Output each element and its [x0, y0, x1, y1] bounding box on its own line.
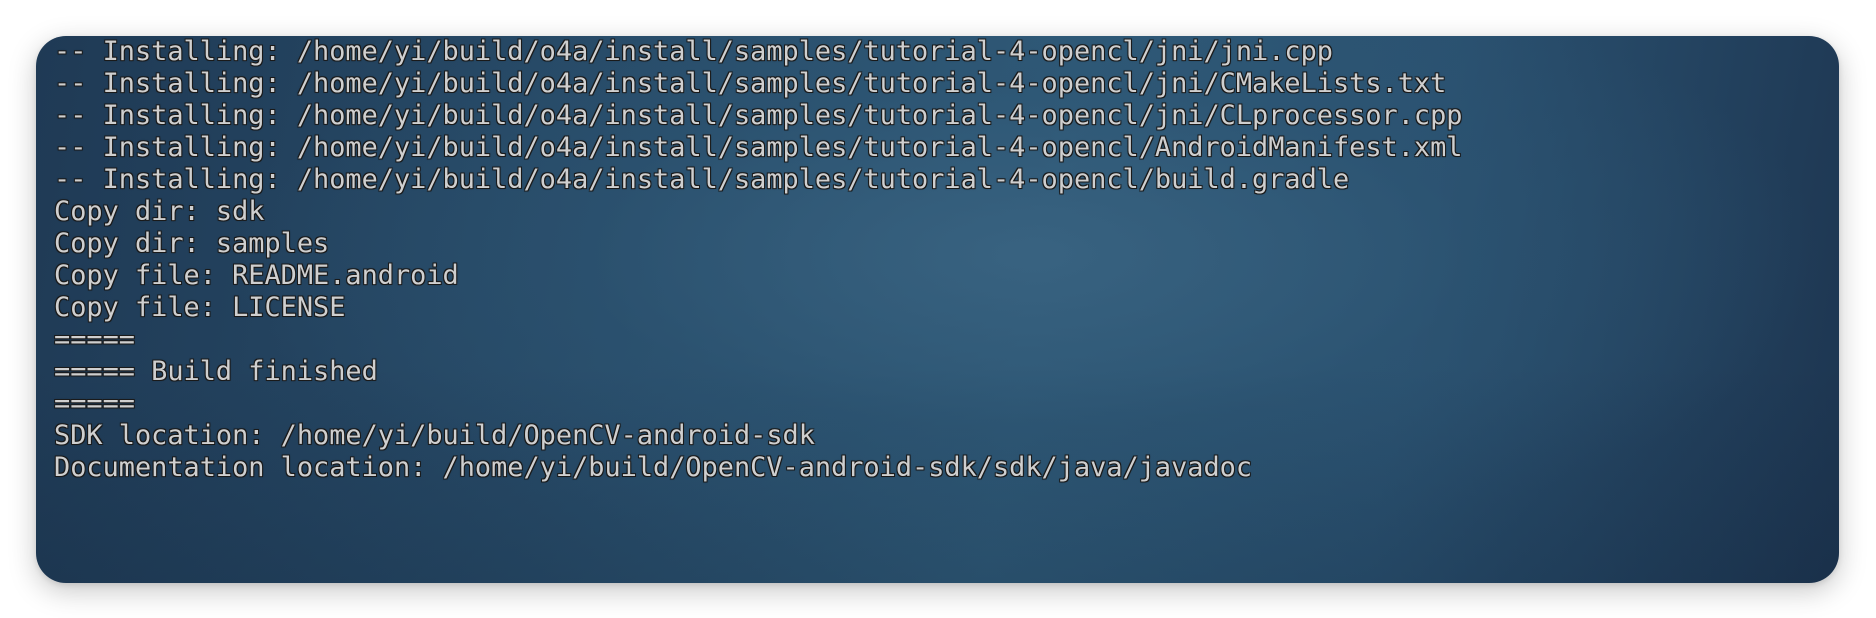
terminal-line-copy-file-readme: Copy file: README.android	[54, 260, 459, 291]
terminal-line-copy-dir-sdk: Copy dir: sdk	[54, 196, 265, 227]
terminal-line-install-clprocessor: -- Installing: /home/yi/build/o4a/instal…	[54, 100, 1463, 131]
terminal-line-copy-dir-samples: Copy dir: samples	[54, 228, 330, 259]
terminal-line-install-cmakelists: -- Installing: /home/yi/build/o4a/instal…	[54, 68, 1447, 99]
terminal-line-build-finished: ===== Build finished	[54, 356, 378, 387]
terminal-line-documentation-location: Documentation location: /home/yi/build/O…	[54, 452, 1253, 483]
terminal-line-sdk-location: SDK location: /home/yi/build/OpenCV-andr…	[54, 420, 815, 451]
screenshot-canvas: -- Installing: /home/yi/build/o4a/instal…	[0, 0, 1876, 618]
terminal-line-install-jni-cpp: -- Installing: /home/yi/build/o4a/instal…	[54, 36, 1333, 67]
terminal-line-install-build-gradle: -- Installing: /home/yi/build/o4a/instal…	[54, 164, 1350, 195]
terminal-line-copy-file-license: Copy file: LICENSE	[54, 292, 346, 323]
terminal-lines: -- Installing: /home/yi/build/o4a/instal…	[54, 36, 1463, 484]
terminal-line-install-manifest: -- Installing: /home/yi/build/o4a/instal…	[54, 132, 1463, 163]
terminal-line-separator: =====	[54, 388, 135, 419]
terminal-line-separator: =====	[54, 324, 135, 355]
terminal-output-panel[interactable]: -- Installing: /home/yi/build/o4a/instal…	[36, 36, 1839, 583]
